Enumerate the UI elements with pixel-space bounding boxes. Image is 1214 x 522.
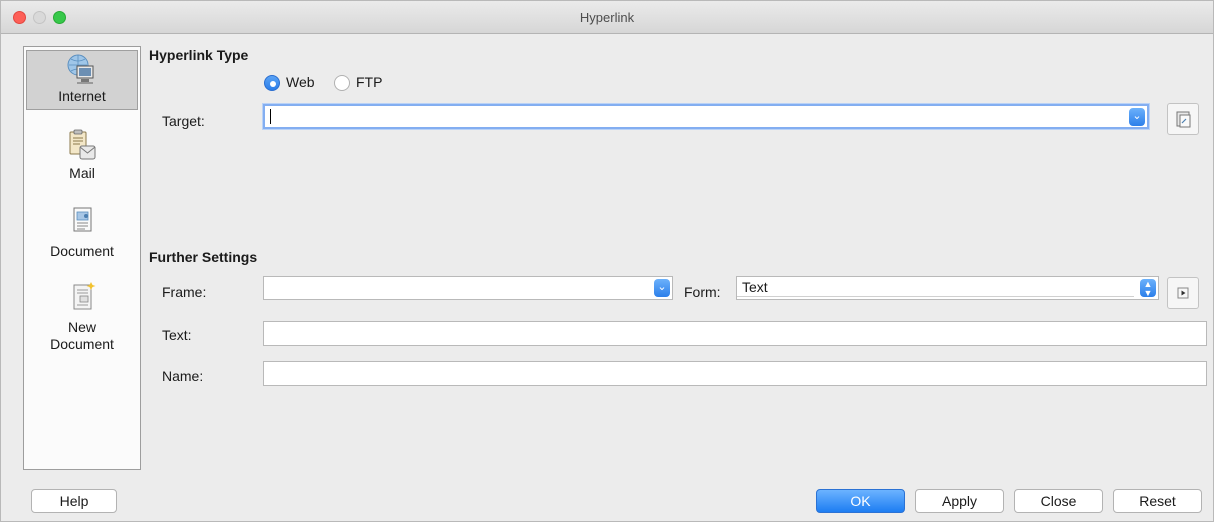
title-bar: Hyperlink [1,1,1213,34]
sidebar-item-mail[interactable]: Mail [26,129,138,189]
frame-label: Frame: [162,284,207,300]
sidebar-item-internet[interactable]: Internet [26,50,138,110]
form-value: Text [742,279,768,295]
target-label: Target: [162,113,205,129]
events-button[interactable] [1167,277,1199,309]
ftp-radio[interactable] [334,75,350,91]
name-field[interactable] [263,361,1207,386]
ftp-radio-label[interactable]: FTP [356,74,382,90]
field-underline [737,296,1134,297]
open-browser-icon [1176,111,1191,128]
document-icon [73,207,92,232]
mail-icon [69,129,96,160]
close-button[interactable]: Close [1014,489,1103,513]
text-cursor [270,109,271,124]
play-icon [1177,287,1189,299]
reset-button[interactable]: Reset [1113,489,1202,513]
frame-combobox[interactable]: ⌄ [263,276,673,300]
sidebar-item-document[interactable]: Document [26,205,138,265]
sidebar-item-new-document[interactable]: New Document [26,281,138,361]
up-down-chevron-icon[interactable]: ▲ ▼ [1140,279,1156,298]
text-field[interactable] [263,321,1207,346]
open-web-browser-button[interactable] [1167,103,1199,135]
internet-icon [67,54,94,84]
target-combobox[interactable]: ⌄ [263,104,1149,129]
text-label: Text: [162,327,192,343]
sidebar-item-label: Mail [69,165,95,181]
new-document-icon [73,282,96,310]
hyperlink-dialog: Hyperlink Internet Mail Document New Doc… [0,0,1214,522]
help-button[interactable]: Help [31,489,117,513]
chevron-down-icon[interactable]: ⌄ [654,279,670,297]
sidebar-item-label: Internet [58,88,106,104]
window-title: Hyperlink [579,10,635,25]
apply-button[interactable]: Apply [915,489,1004,513]
chevron-down-icon[interactable]: ⌄ [1129,108,1145,126]
form-label: Form: [684,284,721,300]
sidebar-item-label: Document [50,243,114,259]
web-radio[interactable] [264,75,280,91]
form-select[interactable]: Text ▲ ▼ [736,276,1159,300]
ok-button[interactable]: OK [816,489,905,513]
sidebar-item-label: New Document [50,319,114,352]
name-label: Name: [162,368,204,384]
web-radio-label[interactable]: Web [286,74,315,90]
link-type-sidebar: Internet Mail Document New Document [23,46,141,470]
further-settings-heading: Further Settings [149,249,258,265]
hyperlink-type-heading: Hyperlink Type [149,47,249,63]
